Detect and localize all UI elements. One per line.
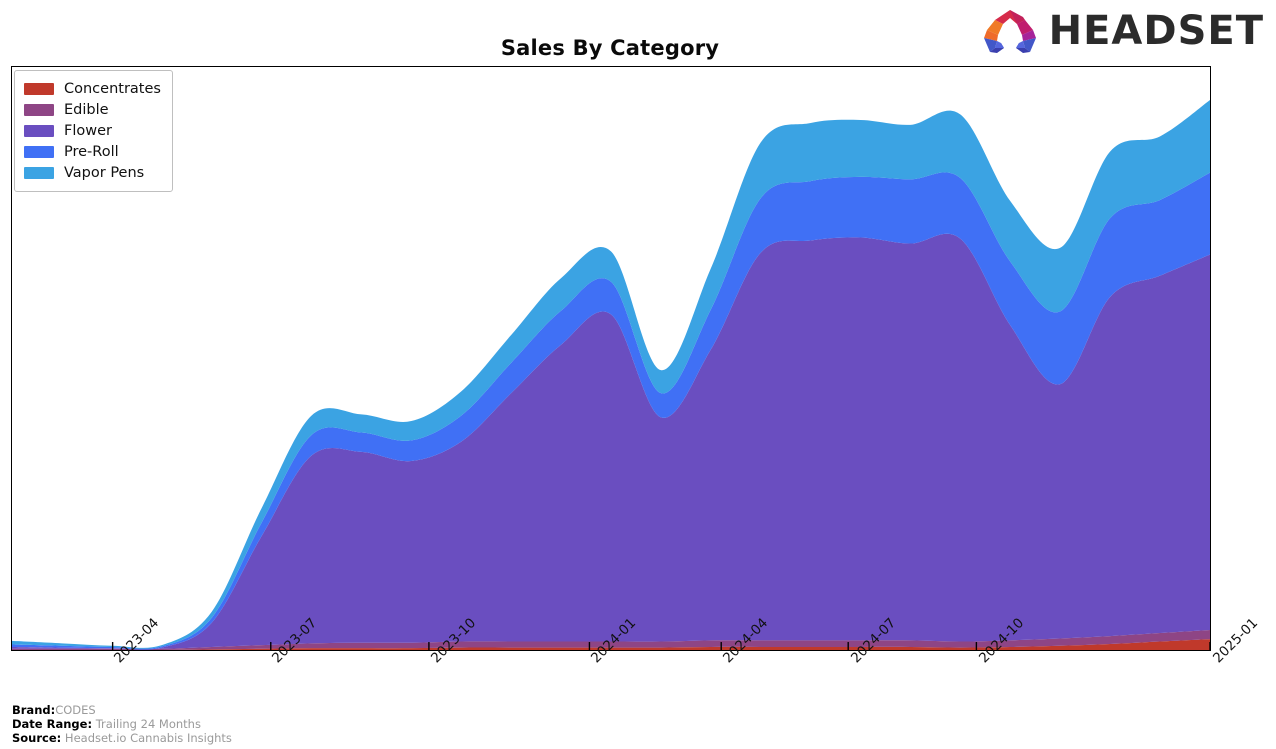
footer-date-range-label: Date Range: <box>12 717 93 731</box>
legend-swatch-icon <box>24 82 54 95</box>
footer-brand-value: CODES <box>55 703 96 717</box>
legend-item-label: Pre-Roll <box>64 143 119 160</box>
footer-date-range-value: Trailing 24 Months <box>95 717 201 731</box>
footer-brand: Brand:CODES <box>12 703 232 717</box>
chart-footer: Brand:CODES Date Range: Trailing 24 Mont… <box>12 703 232 745</box>
legend-item[interactable]: Edible <box>24 99 161 120</box>
headset-logo: HEADSET <box>981 8 1264 54</box>
legend-item[interactable]: Concentrates <box>24 78 161 99</box>
legend-swatch-icon <box>24 124 54 137</box>
legend-item[interactable]: Pre-Roll <box>24 141 161 162</box>
chart-page: Sales By Category HEADSET Concentrates Ed… <box>0 0 1276 749</box>
legend-item-label: Vapor Pens <box>64 164 145 181</box>
x-axis-tick-label: 2025-01 <box>1210 615 1262 667</box>
headset-arch-logo-icon <box>983 10 1036 53</box>
legend-item[interactable]: Flower <box>24 120 161 141</box>
footer-date-range: Date Range: Trailing 24 Months <box>12 717 232 731</box>
legend-item-label: Concentrates <box>64 80 161 97</box>
stacked-area-chart <box>12 99 1210 650</box>
footer-source-value: Headset.io Cannabis Insights <box>64 731 232 745</box>
legend-item-label: Edible <box>64 101 109 118</box>
footer-brand-label: Brand: <box>12 703 56 717</box>
legend-item[interactable]: Vapor Pens <box>24 162 161 183</box>
footer-source: Source: Headset.io Cannabis Insights <box>12 731 232 745</box>
chart-legend: Concentrates Edible Flower Pre-Roll Vapor Pe… <box>14 70 173 192</box>
legend-swatch-icon <box>24 166 54 179</box>
footer-source-label: Source: <box>12 731 62 745</box>
legend-swatch-icon <box>24 145 54 158</box>
logo-wordmark: HEADSET <box>1048 8 1264 54</box>
plot-area <box>11 66 1211 651</box>
legend-swatch-icon <box>24 103 54 116</box>
legend-item-label: Flower <box>64 122 112 139</box>
